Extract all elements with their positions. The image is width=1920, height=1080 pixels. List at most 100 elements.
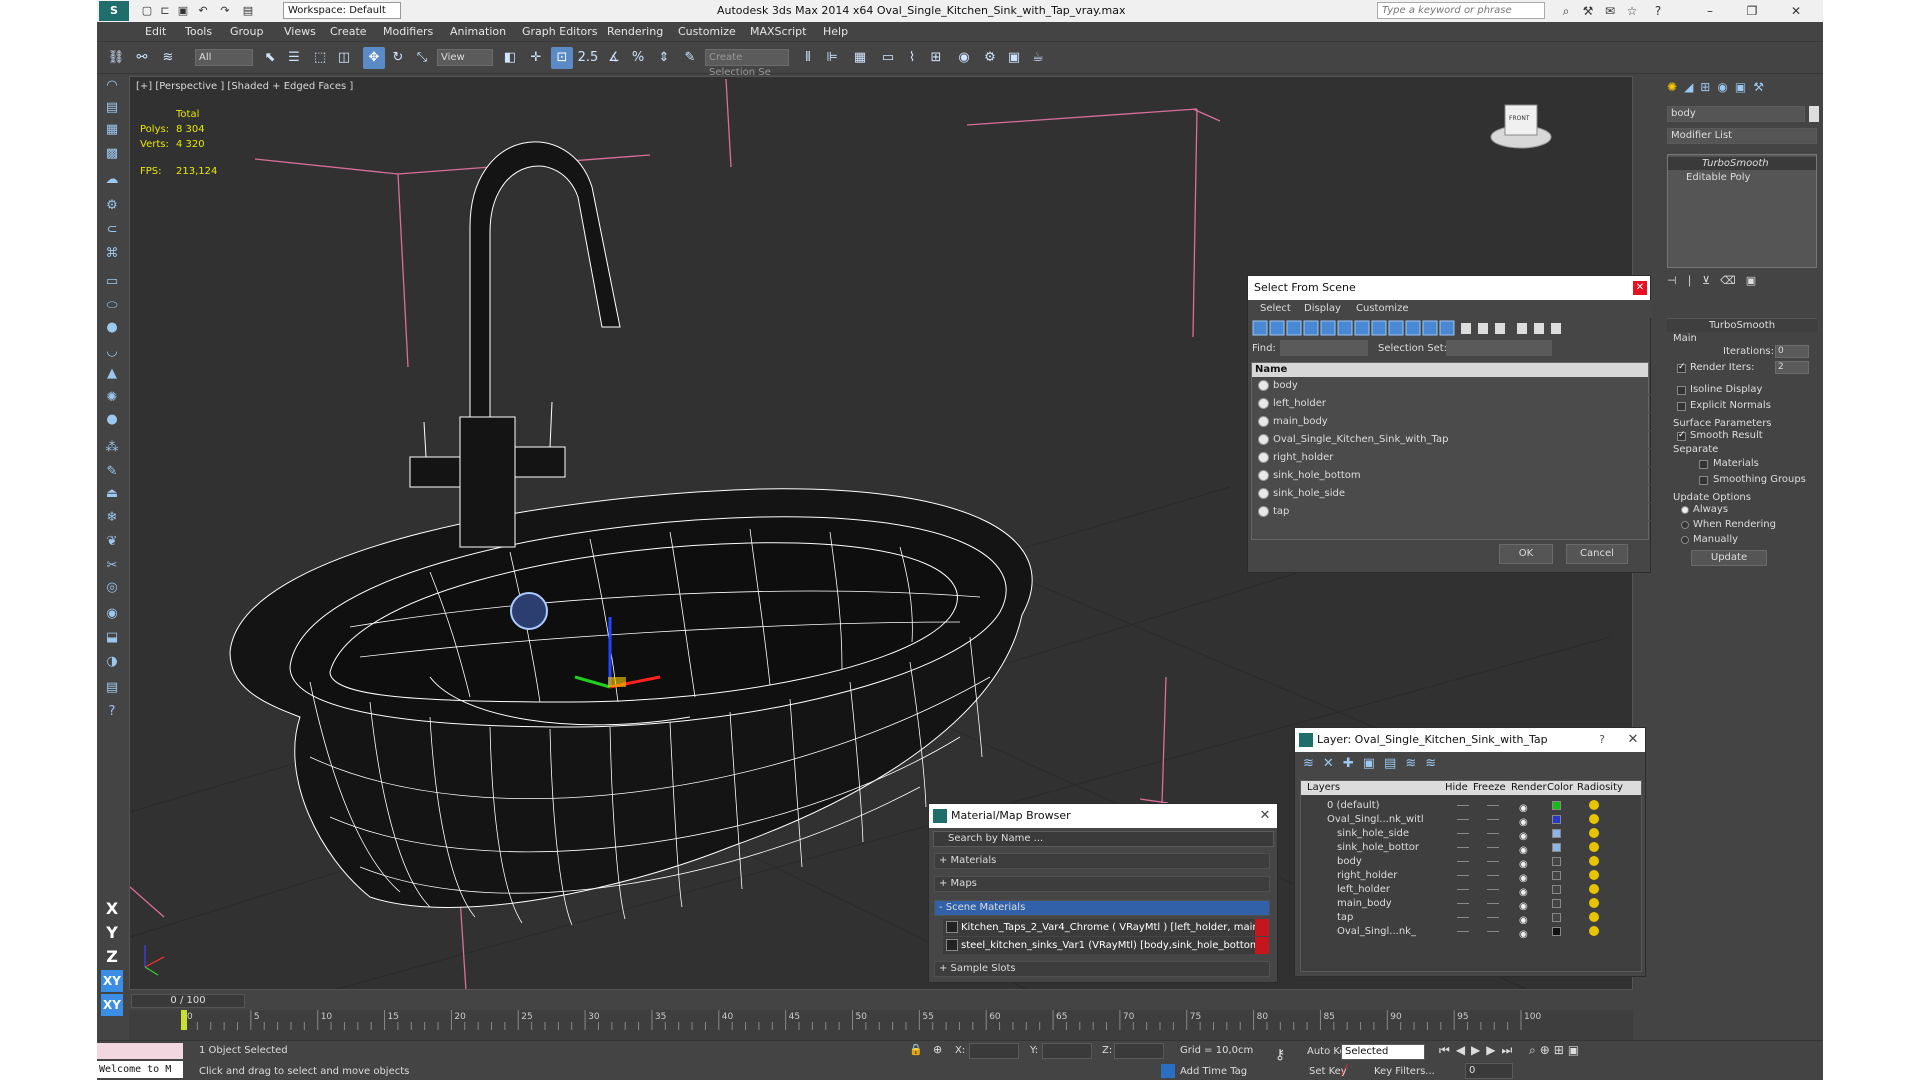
radiosity-bulb-icon[interactable] <box>1589 870 1599 880</box>
col-layers[interactable]: Layers <box>1307 781 1340 795</box>
next-frame-icon[interactable]: ▶ <box>1486 1043 1501 1057</box>
select-and-rotate-icon[interactable]: ↻ <box>387 47 409 69</box>
layer-toggle[interactable] <box>1457 819 1469 820</box>
layer-color-swatch[interactable] <box>1552 801 1561 810</box>
keyboard-shortcut-override-icon[interactable]: ⊡ <box>551 47 573 69</box>
close-icon[interactable]: ✕ <box>1787 2 1805 20</box>
menu-tools[interactable]: Tools <box>185 25 212 38</box>
category-materials[interactable]: + Materials <box>934 853 1270 869</box>
radiosity-bulb-icon[interactable] <box>1589 912 1599 922</box>
stack-item-turbosmooth[interactable]: TurboSmooth <box>1668 157 1816 170</box>
configure-sets-icon[interactable]: ▣ <box>1746 274 1766 287</box>
radiosity-bulb-icon[interactable] <box>1589 926 1599 936</box>
go-to-end-icon[interactable]: ⏭ <box>1502 1043 1519 1057</box>
lock-selection-icon[interactable]: 🔒 <box>909 1043 923 1056</box>
pyramid-icon[interactable]: ⏏ <box>101 484 123 504</box>
key-set-dropdown[interactable]: Selected <box>1341 1044 1425 1060</box>
schematic-view-icon[interactable]: ⊞ <box>925 47 947 69</box>
torus-icon[interactable]: ◡ <box>101 342 123 362</box>
layer-toggle[interactable] <box>1457 833 1469 834</box>
selection-filter-dropdown[interactable]: All <box>195 49 253 66</box>
select-manipulate-icon[interactable]: ✛ <box>525 47 547 69</box>
menu-modifiers[interactable]: Modifiers <box>383 25 433 38</box>
light-icon[interactable]: ✺ <box>101 388 123 408</box>
category-maps[interactable]: + Maps <box>934 876 1270 892</box>
update-button[interactable]: Update <box>1691 550 1767 566</box>
link-icon[interactable]: ⛓ <box>105 47 127 69</box>
object-row[interactable]: right_holder <box>1255 449 1651 467</box>
previous-frame-icon[interactable]: ◀ <box>1456 1043 1471 1057</box>
current-frame-field[interactable]: 0 <box>1465 1063 1513 1079</box>
wrench-icon[interactable]: ❄ <box>101 508 123 528</box>
minimize-icon[interactable]: – <box>1701 2 1719 20</box>
select-object-icon[interactable]: ⬉ <box>259 47 281 69</box>
time-slider[interactable]: 0 / 100 <box>131 994 245 1008</box>
zoom-all-icon[interactable]: ⊕ <box>1540 1043 1554 1057</box>
cylinder-primitive-icon[interactable]: ⬭ <box>101 296 123 316</box>
layer-toggle[interactable] <box>1487 847 1499 848</box>
manually-radio[interactable] <box>1681 536 1689 544</box>
axis-x-icon[interactable]: X <box>101 898 123 920</box>
workspace-dropdown[interactable]: Workspace: Default <box>283 2 401 19</box>
layer-row[interactable]: Oval_Singl...nk_ ◉ <box>1307 923 1645 940</box>
camera-icon[interactable]: ⌘ <box>101 244 123 264</box>
paint-icon[interactable]: ✎ <box>101 462 123 482</box>
curve-editor-icon[interactable]: ⌇ <box>901 47 923 69</box>
object-name-field[interactable]: body <box>1667 106 1805 122</box>
layer-toggle[interactable] <box>1487 805 1499 806</box>
sfs-menu-select[interactable]: Select <box>1260 303 1291 314</box>
undo-icon[interactable]: ↶ <box>195 3 211 19</box>
menu-edit[interactable]: Edit <box>145 25 166 38</box>
set-key-icon[interactable]: ╱ <box>1341 1064 1348 1077</box>
menu-help[interactable]: Help <box>823 25 848 38</box>
create-tab-icon[interactable]: ✺ <box>1667 80 1684 94</box>
material-row[interactable]: steel_kitchen_sinks_Var1 (VRayMtl) [body… <box>943 937 1269 954</box>
maxscript-listener-mini[interactable] <box>97 1043 183 1059</box>
edit-named-selection-icon[interactable]: ✎ <box>679 47 701 69</box>
go-to-start-icon[interactable]: ⏮ <box>1439 1043 1456 1057</box>
layer-toggle[interactable] <box>1457 903 1469 904</box>
play-icon[interactable]: ▶ <box>1471 1043 1486 1057</box>
menu-group[interactable]: Group <box>230 25 264 38</box>
object-row[interactable]: left_holder <box>1255 395 1651 413</box>
subscription-icon[interactable]: ⚒ <box>1579 2 1597 20</box>
layer-toggle[interactable] <box>1457 805 1469 806</box>
select-and-scale-icon[interactable]: ⤡ <box>411 47 433 69</box>
highlight-layer-icon[interactable]: ▤ <box>1384 756 1405 771</box>
layer-color-swatch[interactable] <box>1552 815 1561 824</box>
project-folder-icon[interactable]: ▤ <box>240 3 256 19</box>
layer-toggle[interactable] <box>1457 875 1469 876</box>
modifier-list-dropdown[interactable]: Modifier List <box>1667 128 1817 144</box>
add-time-tag[interactable]: Add Time Tag <box>1180 1066 1247 1077</box>
layer-toggle[interactable] <box>1487 931 1499 932</box>
restore-icon[interactable]: ❐ <box>1743 2 1761 20</box>
bind-spacewarp-icon[interactable]: ≋ <box>157 47 179 69</box>
tape-icon[interactable]: ✂ <box>101 556 123 576</box>
cancel-button[interactable]: Cancel <box>1566 544 1628 564</box>
material-row[interactable]: Kitchen_Taps_2_Var4_Chrome ( VRayMtl ) [… <box>943 919 1269 936</box>
ok-button[interactable]: OK <box>1499 544 1553 564</box>
graphite-ribbon-icon[interactable]: ▭ <box>877 47 899 69</box>
sfs-menu-customize[interactable]: Customize <box>1356 303 1409 314</box>
hierarchy-tab-icon[interactable]: ⊞ <box>1700 80 1717 94</box>
radiosity-bulb-icon[interactable] <box>1589 800 1599 810</box>
layer-toggle[interactable] <box>1487 903 1499 904</box>
viewport-label[interactable]: [+] [Perspective ] [Shaded + Edged Faces… <box>136 81 353 92</box>
create-layer-icon[interactable]: ≋ <box>1303 756 1323 771</box>
communication-icon[interactable]: ✉ <box>1601 2 1619 20</box>
layer-color-swatch[interactable] <box>1552 927 1561 936</box>
key-mode-icon[interactable]: ⚷ <box>1275 1047 1285 1063</box>
radiosity-bulb-icon[interactable] <box>1589 898 1599 908</box>
axis-xy-icon[interactable]: XY <box>101 970 123 992</box>
sfs-menu-display[interactable]: Display <box>1304 303 1341 314</box>
select-in-layer-icon[interactable]: ▣ <box>1363 756 1384 771</box>
turbosmooth-rollout-header[interactable]: TurboSmooth <box>1667 318 1817 332</box>
layer-toggle[interactable] <box>1457 847 1469 848</box>
spinner-snap-icon[interactable]: ⇕ <box>653 47 675 69</box>
scene-explorer-icon[interactable]: ☁ <box>101 170 123 190</box>
zoom-extents-icon[interactable]: ⊞ <box>1554 1043 1568 1057</box>
object-row[interactable]: main_body <box>1255 413 1651 431</box>
col-freeze[interactable]: Freeze <box>1473 781 1506 795</box>
display-tab-icon[interactable]: ▣ <box>1735 80 1753 94</box>
hierarchy-icon[interactable]: ▤ <box>101 678 123 698</box>
